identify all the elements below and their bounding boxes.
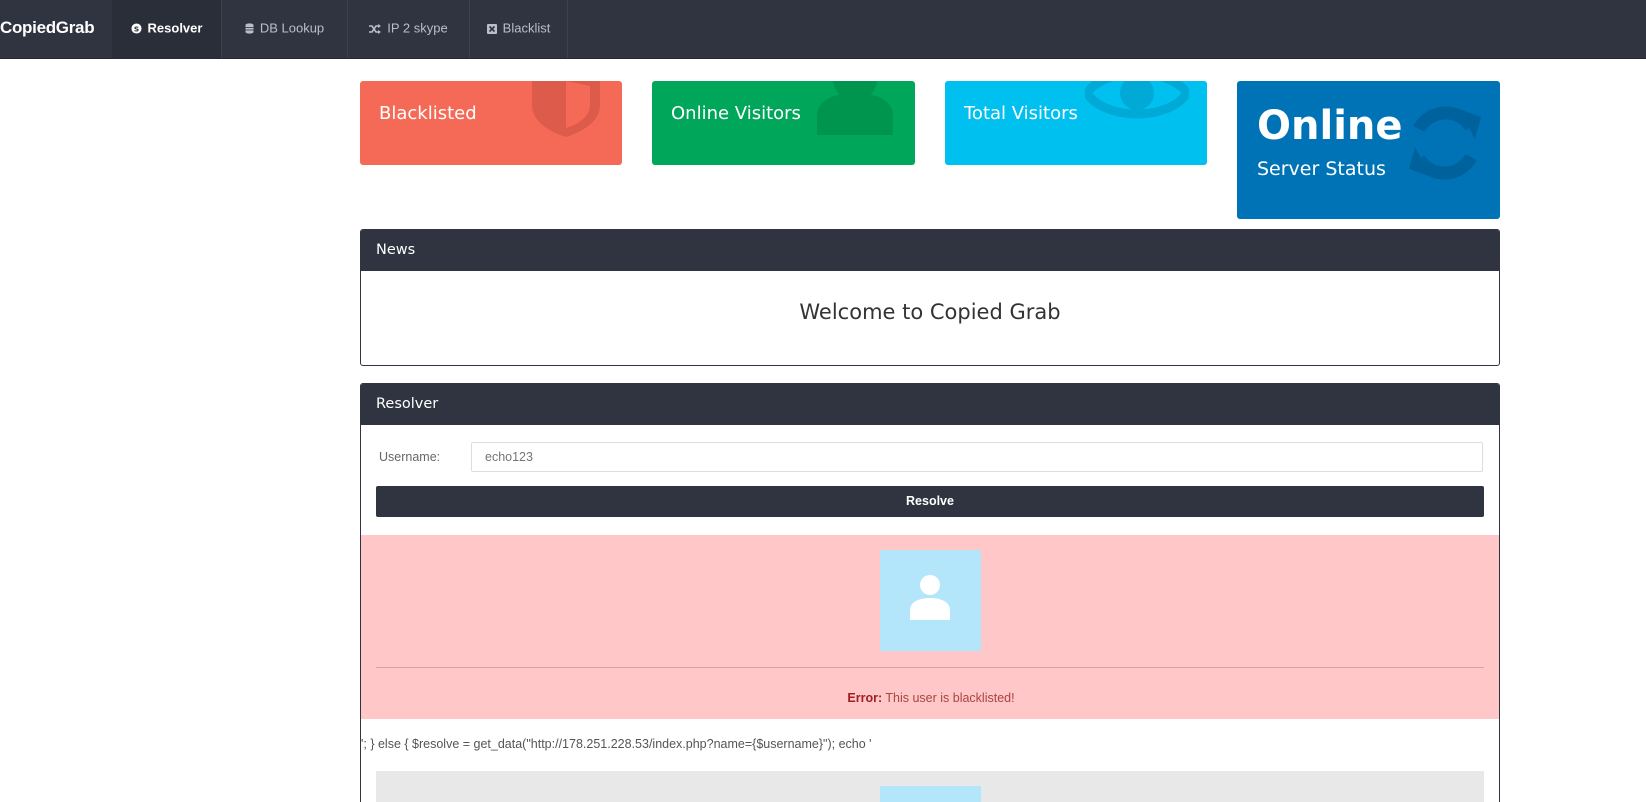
leaked-code-text: '; } else { $resolve = get_data("http://…: [361, 737, 872, 751]
error-prefix: Error:: [847, 691, 883, 705]
news-message: Welcome to Copied Grab: [799, 300, 1061, 324]
error-message: Error: This user is blacklisted!: [361, 691, 1499, 705]
database-icon: [245, 23, 254, 34]
svg-text:S: S: [133, 24, 138, 33]
x-square-icon: [486, 23, 497, 34]
news-panel: News Welcome to Copied Grab: [360, 229, 1500, 366]
skype-icon: S: [130, 23, 142, 34]
username-label: Username:: [379, 450, 441, 464]
error-text: This user is blacklisted!: [882, 691, 1015, 705]
nav-item-label: IP 2 skype: [387, 20, 448, 36]
username-input[interactable]: [471, 442, 1483, 472]
top-navbar: CopiedGrab S Resolver DB Lookup IP 2 sky…: [0, 0, 1646, 59]
user-icon: [817, 81, 893, 135]
eye-icon: [1085, 81, 1189, 119]
user-avatar-icon: [910, 575, 950, 620]
resolver-heading: Resolver: [361, 384, 1499, 425]
nav-item-label: Blacklist: [502, 20, 551, 36]
avatar: [880, 550, 981, 651]
refresh-icon: [1409, 106, 1481, 180]
nav-item-label: Resolver: [147, 20, 203, 36]
tile-title: Online Visitors: [671, 103, 801, 124]
brand-logo[interactable]: CopiedGrab: [0, 0, 113, 58]
nav-item-resolver[interactable]: S Resolver: [112, 0, 222, 58]
nav-item-db-lookup[interactable]: DB Lookup: [222, 0, 348, 58]
divider: [376, 667, 1484, 668]
server-status-label: Server Status: [1257, 158, 1386, 180]
resolver-panel: Resolver Username: Resolve Error: This u…: [360, 383, 1500, 802]
username-row: Username:: [361, 441, 1499, 473]
second-result: [376, 771, 1484, 802]
resolve-button[interactable]: Resolve: [376, 486, 1484, 517]
server-status-value: Online: [1257, 103, 1403, 149]
online-visitors-tile: Online Visitors: [652, 81, 915, 165]
shuffle-icon: [369, 23, 382, 34]
avatar: [880, 786, 981, 802]
nav-item-blacklist[interactable]: Blacklist: [470, 0, 568, 58]
nav-item-ip-2-skype[interactable]: IP 2 skype: [348, 0, 470, 58]
error-result: Error: This user is blacklisted!: [361, 535, 1499, 719]
blacklisted-tile: Blacklisted: [360, 81, 622, 165]
shield-icon: [532, 81, 600, 137]
nav-item-label: DB Lookup: [259, 20, 325, 36]
news-heading: News: [361, 230, 1499, 271]
server-status-tile: Online Server Status: [1237, 81, 1500, 219]
tile-title: Blacklisted: [379, 103, 477, 124]
total-visitors-tile: Total Visitors: [945, 81, 1207, 165]
tile-title: Total Visitors: [964, 103, 1078, 124]
